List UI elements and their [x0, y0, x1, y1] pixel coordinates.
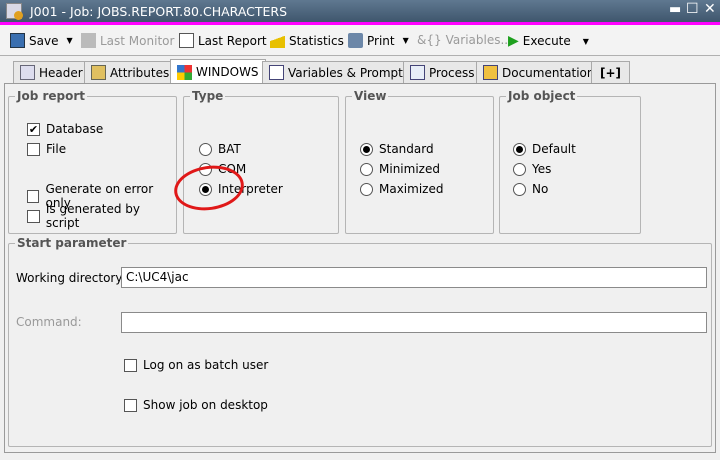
tab-attributes[interactable]: Attributes — [84, 61, 177, 83]
header-info-icon — [20, 65, 35, 80]
print-label: Print — [367, 33, 395, 48]
view-radio-standard[interactable]: Standard — [360, 142, 434, 156]
tab-windows[interactable]: WINDOWS — [170, 59, 266, 84]
command-input[interactable] — [121, 312, 707, 333]
option-label: File — [46, 142, 67, 156]
working-directory-input[interactable]: C:\UC4\jac — [121, 267, 707, 288]
toolbar: Save ▼ Last Monitor Last Report Statistic… — [0, 25, 720, 56]
tab-documentation[interactable]: Documentation — [476, 61, 602, 83]
chevron-down-icon[interactable]: ▼ — [583, 37, 589, 46]
floppy-icon — [10, 33, 25, 48]
database-checkbox[interactable]: ✔ Database — [27, 122, 103, 136]
job-report-group: Job report ✔ Database File Generate on er… — [8, 89, 177, 234]
checkmark-icon: ✔ — [27, 122, 40, 136]
option-label: Default — [532, 142, 576, 156]
monitor-icon — [81, 33, 96, 48]
save-label: Save — [29, 33, 59, 48]
printer-icon — [348, 33, 363, 48]
last-report-button[interactable]: Last Report — [179, 33, 267, 48]
tab-label: Header — [39, 65, 83, 80]
tab-label: WINDOWS — [196, 65, 259, 79]
option-label: Minimized — [379, 162, 440, 176]
option-label: Yes — [532, 162, 552, 176]
log-on-batch-checkbox[interactable]: Log on as batch user — [124, 358, 268, 372]
process-list-icon — [410, 65, 425, 80]
variables-label: Variables... — [445, 33, 512, 47]
tab-process[interactable]: Process — [403, 61, 482, 83]
close-button[interactable]: ✕ — [704, 1, 716, 17]
type-radio-bat[interactable]: BAT — [199, 142, 241, 156]
tab-label: Documentation — [502, 65, 595, 80]
option-label: Standard — [379, 142, 434, 156]
option-label: BAT — [218, 142, 241, 156]
job-object-group: Job object Default Yes No — [499, 89, 641, 234]
working-directory-label: Working directory: — [16, 271, 126, 285]
tab-variables-prompts[interactable]: Variables & Prompts — [262, 61, 417, 83]
play-icon: ▶ — [508, 33, 519, 49]
generated-by-script-checkbox[interactable]: Is generated by script — [27, 202, 176, 230]
last-monitor-button[interactable]: Last Monitor — [81, 33, 174, 48]
view-radio-maximized[interactable]: Maximized — [360, 182, 443, 196]
variables-icon — [269, 65, 284, 80]
statistics-label: Statistics — [289, 33, 344, 48]
option-label: Log on as batch user — [143, 358, 269, 372]
print-button[interactable]: Print ▼ — [348, 33, 409, 48]
windows-logo-icon — [177, 64, 192, 80]
variables-icon: &{} — [417, 33, 442, 47]
view-group: View Standard Minimized Maximized — [345, 89, 494, 234]
group-label: Job report — [15, 89, 88, 103]
statistics-chart-icon — [270, 33, 285, 48]
tab-label: Attributes — [110, 65, 170, 80]
group-label: Start parameter — [15, 236, 129, 250]
job-object-radio-yes[interactable]: Yes — [513, 162, 551, 176]
option-label: Show job on desktop — [143, 398, 268, 412]
tab-header[interactable]: Header — [13, 61, 90, 83]
last-report-label: Last Report — [198, 33, 267, 48]
group-label: Type — [190, 89, 226, 103]
execute-label: Execute — [522, 34, 571, 48]
job-object-radio-no[interactable]: No — [513, 182, 548, 196]
attributes-pencil-icon — [91, 65, 106, 80]
window-title: J001 - Job: JOBS.REPORT.80.CHARACTERS — [30, 4, 288, 19]
maximize-button[interactable]: ☐ — [686, 1, 699, 17]
tab-label: Process — [429, 65, 475, 80]
show-job-on-desktop-checkbox[interactable]: Show job on desktop — [124, 398, 268, 412]
tab-label: [+] — [600, 65, 622, 80]
view-radio-minimized[interactable]: Minimized — [360, 162, 440, 176]
last-monitor-label: Last Monitor — [100, 33, 175, 48]
title-bar: J001 - Job: JOBS.REPORT.80.CHARACTERS ▬ … — [0, 0, 720, 22]
minimize-button[interactable]: ▬ — [669, 2, 681, 17]
job-object-radio-default[interactable]: Default — [513, 142, 576, 156]
save-button[interactable]: Save ▼ — [10, 33, 73, 48]
documentation-book-icon — [483, 65, 498, 80]
group-label: View — [352, 89, 389, 103]
option-label: Is generated by script — [45, 202, 141, 230]
option-label: No — [532, 182, 549, 196]
report-clock-icon — [179, 33, 194, 48]
file-checkbox[interactable]: File — [27, 142, 66, 156]
statistics-button[interactable]: Statistics — [270, 33, 344, 48]
group-label: Job object — [506, 89, 578, 103]
chevron-down-icon[interactable]: ▼ — [66, 36, 72, 45]
job-icon — [6, 3, 23, 20]
tab-label: Variables & Prompts — [288, 65, 410, 80]
tab-add[interactable]: [+] — [591, 61, 631, 83]
type-group: Type BAT COM Interpreter — [183, 89, 339, 234]
chevron-down-icon[interactable]: ▼ — [403, 36, 409, 45]
command-label: Command: — [16, 315, 82, 329]
variables-button[interactable]: &{} Variables... — [417, 33, 512, 47]
execute-button[interactable]: ▶ Execute ▼ — [508, 33, 589, 49]
option-label: Database — [46, 122, 104, 136]
option-label: Maximized — [379, 182, 444, 196]
